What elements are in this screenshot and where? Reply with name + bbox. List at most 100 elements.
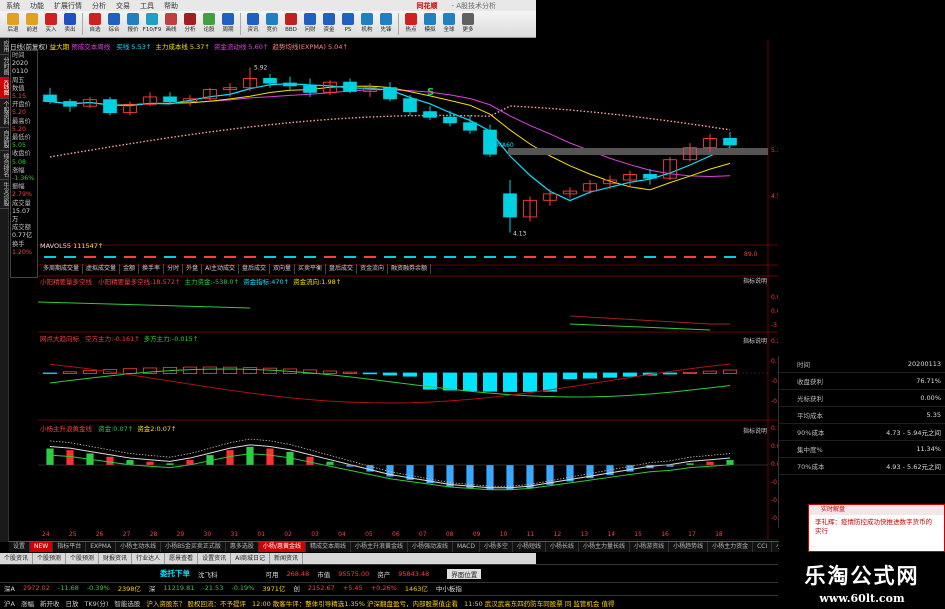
ticker-item-3[interactable]: 日放 (65, 598, 78, 608)
toolbar-button-1[interactable]: 前进 (23, 12, 41, 36)
x-axis-label: 09 (473, 531, 481, 538)
bottom-tab-7[interactable]: 小杨/惠黄金线 (258, 542, 306, 552)
bottom-tab-16[interactable]: 小杨游资线 (630, 542, 670, 552)
bottom-tab-8[interactable]: 精成交本周线 (306, 542, 351, 552)
left-tab-6[interactable]: 牛叉诊股 (0, 180, 9, 209)
bottom-tab-14[interactable]: 小杨长线 (546, 542, 580, 552)
bottom-tab-4[interactable]: 小杨主动水线 (116, 542, 162, 552)
toolbar-button-13[interactable]: 竞价 (263, 12, 281, 36)
popup-body[interactable]: 李礼辉：疫情防控成功快推进数字货币的实行 (809, 515, 944, 539)
bottom-tab-19[interactable]: CCI (753, 542, 773, 552)
ticker-item-2[interactable]: 新开收 (40, 598, 60, 608)
func-tab-2[interactable]: 个股预测 (66, 553, 100, 564)
toolbar-button-22[interactable]: 全球 (440, 12, 458, 36)
toolbar-button-12[interactable]: 资讯 (244, 12, 262, 36)
func-tab-4[interactable]: 行业达人 (132, 553, 166, 564)
toolbar-button-10[interactable]: 论股 (200, 12, 218, 36)
ticker-item-8[interactable]: 11:50 武汉武高东四药防车同股票 同 监管机会 值得 (464, 598, 615, 608)
bottom-tab-20[interactable]: 小杨超短线 (772, 542, 779, 552)
ticker-item-4[interactable]: TK9(分) (84, 598, 108, 608)
bottom-tab-2[interactable]: 指标平台 (53, 542, 87, 552)
bottom-tab-17[interactable]: 小杨趋势线 (669, 542, 709, 552)
bottom-tab-18[interactable]: 小杨主力资金 (708, 542, 754, 552)
toolbar-button-2[interactable]: 买入 (42, 12, 60, 36)
toolbar-button-11[interactable]: 周期 (219, 12, 237, 36)
indicator-tab-8[interactable]: 双向量 (270, 264, 295, 274)
bottom-tab-3[interactable]: EXPMA (86, 542, 117, 552)
toolbar-button-21[interactable]: 模拟 (421, 12, 439, 36)
indicator-tab-10[interactable]: 盘后成交 (326, 264, 358, 274)
indicator-tab-5[interactable]: 外盘 (183, 264, 203, 274)
toolbar-button-17[interactable]: PS (339, 12, 357, 36)
bottom-tab-11[interactable]: MACD (453, 542, 480, 552)
indicator-tab-12[interactable]: 融资融券余额 (388, 264, 432, 274)
left-tab-0[interactable]: 应用 (0, 38, 9, 55)
bottom-tab-13[interactable]: 小杨短线 (513, 542, 547, 552)
bottom-tab-0[interactable]: 设置 (9, 542, 31, 552)
func-tab-1[interactable]: 个股预测 (33, 553, 67, 564)
bottom-tab-1[interactable]: NEW (30, 542, 54, 552)
toolbar-button-6[interactable]: 报价 (124, 12, 142, 36)
toolbar-button-16[interactable]: 资金 (320, 12, 338, 36)
indicator-tab-2[interactable]: 金额 (120, 264, 140, 274)
indicator-tab-4[interactable]: 分时 (164, 264, 184, 274)
bottom-tab-15[interactable]: 小杨主力量长线 (579, 542, 631, 552)
bottom-tab-5[interactable]: 小杨BS金买卖正式版 (161, 542, 226, 552)
left-tab-5[interactable]: 综合排名 (0, 151, 9, 180)
data-value: 2.79% (12, 191, 33, 199)
toolbar-button-5[interactable]: 综合 (105, 12, 123, 36)
toolbar-button-4[interactable]: 自选 (86, 12, 104, 36)
order-title[interactable]: 委托下单 (160, 568, 190, 579)
menu-item-3[interactable]: 分析 (92, 1, 106, 11)
func-tab-8[interactable]: 新闻资讯 (270, 553, 303, 564)
indicator-tab-1[interactable]: 虚拟成交量 (83, 264, 121, 274)
toolbar-button-23[interactable]: 更多 (459, 12, 477, 36)
func-tab-0[interactable]: 个股资讯 (0, 553, 34, 564)
chip-value: 5.35 (926, 411, 941, 419)
bottom-tab-12[interactable]: 小杨多空 (480, 542, 514, 552)
func-tab-5[interactable]: 愿景查看 (165, 553, 199, 564)
bottom-tab-9[interactable]: 小杨主升浪黄金线 (351, 542, 408, 552)
menu-item-6[interactable]: 帮助 (164, 1, 178, 11)
ticker-item-6[interactable]: 沪入资股东？ 股权回流：不予提评 (146, 598, 246, 608)
left-tab-2[interactable]: K线图 (0, 78, 9, 99)
indicator-tab-11[interactable]: 资金流向 (357, 264, 389, 274)
news-ticker[interactable]: 沪A 涨幅 新开收 日放 TK9(分) 智能选股 沪入资股东？ 股权回流：不予提评 12:00… (0, 595, 778, 609)
indicator-tab-0[interactable]: 多周期成交量 (40, 264, 84, 274)
menu-item-5[interactable]: 工具 (140, 1, 154, 11)
indicator-tab-6[interactable]: AI主动成交 (202, 264, 239, 274)
ticker-item-5[interactable]: 智能选股 (114, 598, 140, 608)
left-tab-1[interactable]: 分时图 (0, 55, 9, 78)
menu-item-4[interactable]: 交易 (116, 1, 130, 11)
toolbar-button-7[interactable]: F10/F9 (143, 12, 161, 36)
toolbar-button-9[interactable]: 分析 (181, 12, 199, 36)
toolbar-button-3[interactable]: 卖出 (61, 12, 79, 36)
func-tab-3[interactable]: 财报资讯 (99, 553, 133, 564)
toolbar-button-0[interactable]: 后退 (4, 12, 22, 36)
toolbar-button-8[interactable]: 画线 (162, 12, 180, 36)
indicator-tab-3[interactable]: 换手率 (139, 264, 165, 274)
menu-item-2[interactable]: 扩展行情 (54, 1, 82, 11)
toolbar-button-18[interactable]: 机构 (358, 12, 376, 36)
toolbar-button-20[interactable]: 热点 (402, 12, 420, 36)
menu-item-0[interactable]: 系统 (6, 1, 20, 11)
data-window-row: 2.79% (12, 191, 36, 199)
bottom-tab-10[interactable]: 小杨强动波线 (408, 542, 453, 552)
indicator-tab-7[interactable]: 盘后成交 (239, 264, 270, 274)
indicator-tab-9[interactable]: 买卖平衡 (295, 264, 327, 274)
toolbar-button-15[interactable]: 问财 (301, 12, 319, 36)
func-tab-6[interactable]: 设置资讯 (198, 553, 232, 564)
left-tab-3[interactable]: 个股资料 (0, 99, 9, 128)
ticker-item-7[interactable]: 12:00 散客牛评：整体引导精选1.35% 沪深翻盘盈亏，内部股票值企看 (252, 598, 458, 608)
toolbar-button-14[interactable]: BBD (282, 12, 300, 36)
news-popup[interactable]: 实时解盘 李礼辉：疫情防控成功快推进数字货币的实行 (808, 504, 945, 552)
chart-area[interactable]: 5.92 4.13 S EMA60 5.33 4.53 89.0 0.07 0.00 -3.10 指… (38, 40, 778, 540)
layout-button[interactable]: 界面位置 (447, 568, 482, 579)
toolbar-button-19[interactable]: 先锋 (377, 12, 395, 36)
ticker-item-0[interactable]: 沪A (4, 598, 15, 608)
left-tab-4[interactable]: 自选股 (0, 128, 9, 151)
bottom-tab-6[interactable]: 惠多选股 (226, 542, 259, 552)
ticker-item-1[interactable]: 涨幅 (21, 598, 34, 608)
func-tab-7[interactable]: AI商城日记 (231, 553, 270, 564)
menu-item-1[interactable]: 功能 (30, 1, 44, 11)
